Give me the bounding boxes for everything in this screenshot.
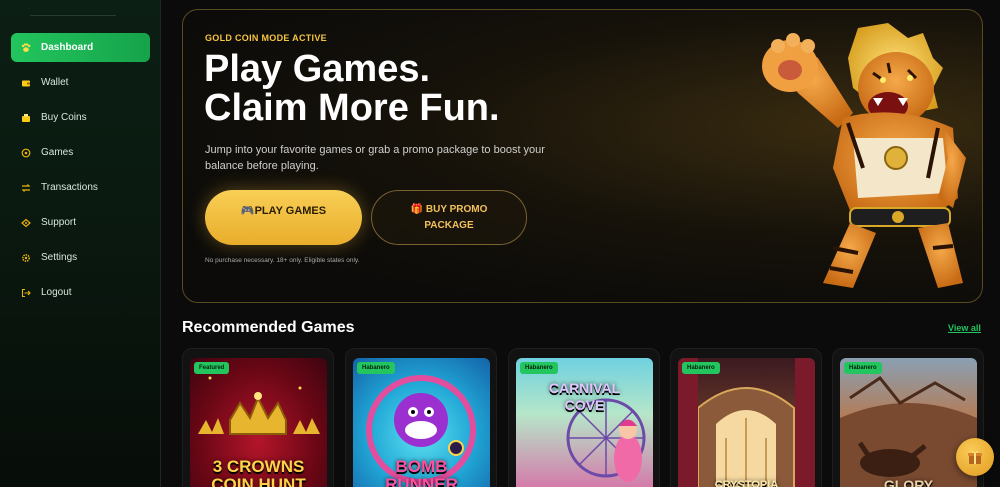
- game-card[interactable]: Habanero CARNIVAL COVE: [508, 348, 660, 487]
- promo-label-line2: PACKAGE: [424, 219, 474, 231]
- play-games-label: 🎮PLAY GAMES: [240, 205, 327, 217]
- hero-title-line1: Play Games.: [204, 48, 431, 90]
- gift-button[interactable]: [956, 438, 994, 476]
- game-provider-badge: Habanero: [844, 362, 882, 374]
- sidebar-item-label: Buy Coins: [41, 112, 87, 123]
- gear-icon: [21, 253, 31, 263]
- promo-label-line1: 🎁 BUY PROMO: [410, 203, 488, 215]
- game-card[interactable]: Habanero CRYSTOPIA: [670, 348, 822, 487]
- sidebar-item-settings[interactable]: Settings: [11, 243, 150, 272]
- game-title: 3 CROWNS COIN HUNT: [190, 458, 327, 487]
- game-thumbnail[interactable]: Habanero GLORY: [840, 358, 977, 487]
- sidebar-item-label: Support: [41, 217, 77, 228]
- sidebar-item-support[interactable]: Support: [11, 208, 150, 237]
- sidebar-item-label: Logout: [41, 287, 72, 298]
- game-thumbnail[interactable]: Featured 3 CROWNS COIN HUNT: [190, 358, 327, 487]
- game-provider-badge: Featured: [194, 362, 230, 374]
- hero-title-line2: Claim More Fun.: [204, 87, 500, 129]
- game-card[interactable]: Habanero BOMB RUNNER: [345, 348, 497, 487]
- sidebar-item-dashboard[interactable]: Dashboard: [11, 33, 150, 62]
- sidebar: Dashboard Wallet Buy Coins Games Transac…: [0, 0, 161, 487]
- recommended-games-title: Recommended Games: [182, 319, 355, 336]
- paw-icon: [21, 42, 31, 53]
- sidebar-item-games[interactable]: Games: [11, 138, 150, 167]
- game-title-line1: 3 CROWNS: [212, 457, 305, 476]
- game-title: CARNIVAL COVE: [516, 380, 653, 414]
- play-games-button[interactable]: 🎮PLAY GAMES: [205, 190, 362, 245]
- carnival-art: [566, 398, 646, 482]
- logout-icon: [21, 288, 31, 298]
- coins-icon: [21, 113, 31, 123]
- crystopia-art: [678, 358, 815, 487]
- gamepad-icon: [21, 148, 31, 158]
- sidebar-item-label: Dashboard: [41, 42, 94, 53]
- sidebar-item-label: Transactions: [41, 182, 98, 193]
- disclaimer-note: No purchase necessary. 18+ only. Eligibl…: [205, 257, 360, 264]
- hero-title: Play Games. Claim More Fun.: [204, 50, 624, 128]
- sidebar-item-buy-coins[interactable]: Buy Coins: [11, 103, 150, 132]
- game-title-line1: BOMB: [395, 457, 448, 476]
- tiger-mascot-image: [762, 23, 966, 288]
- glory-art: [840, 375, 977, 487]
- game-title-line2: COIN HUNT: [211, 475, 306, 487]
- game-title-line2: RUNNER: [385, 475, 458, 487]
- game-title: CRYSTOPIA: [678, 476, 815, 487]
- game-provider-badge: Habanero: [682, 362, 720, 374]
- sidebar-item-label: Wallet: [41, 77, 69, 88]
- game-title-line2: COVE: [564, 397, 605, 413]
- sidebar-item-label: Games: [41, 147, 74, 158]
- game-provider-badge: Habanero: [520, 362, 558, 374]
- game-title-line1: GLORY: [883, 477, 934, 487]
- mode-tag: GOLD COIN MODE ACTIVE: [205, 33, 327, 43]
- hero-description: Jump into your favorite games or grab a …: [205, 144, 545, 172]
- support-icon: [21, 218, 31, 228]
- view-all-link[interactable]: View all: [948, 323, 981, 333]
- game-thumbnail[interactable]: Habanero BOMB RUNNER: [353, 358, 490, 487]
- hero-banner: GOLD COIN MODE ACTIVE Play Games. Claim …: [182, 9, 983, 303]
- game-title-line1: CARNIVAL: [548, 380, 621, 396]
- sidebar-item-transactions[interactable]: Transactions: [11, 173, 150, 202]
- game-thumbnail[interactable]: Habanero CRYSTOPIA: [678, 358, 815, 487]
- game-card[interactable]: Featured 3 CROWNS COIN HUNT: [182, 348, 334, 487]
- game-title: BOMB RUNNER: [353, 458, 490, 487]
- sidebar-item-label: Settings: [41, 252, 78, 263]
- buy-promo-package-button[interactable]: 🎁 BUY PROMO PACKAGE: [371, 190, 527, 245]
- game-title: GLORY: [840, 476, 977, 487]
- sidebar-divider: [30, 15, 116, 16]
- sidebar-item-wallet[interactable]: Wallet: [11, 68, 150, 97]
- game-provider-badge: Habanero: [357, 362, 395, 374]
- transactions-icon: [21, 183, 31, 193]
- game-thumbnail[interactable]: Habanero CARNIVAL COVE: [516, 358, 653, 487]
- gift-icon: [968, 450, 982, 464]
- sidebar-item-logout[interactable]: Logout: [11, 278, 150, 307]
- game-title-line1: CRYSTOPIA: [714, 479, 779, 487]
- wallet-icon: [21, 78, 31, 88]
